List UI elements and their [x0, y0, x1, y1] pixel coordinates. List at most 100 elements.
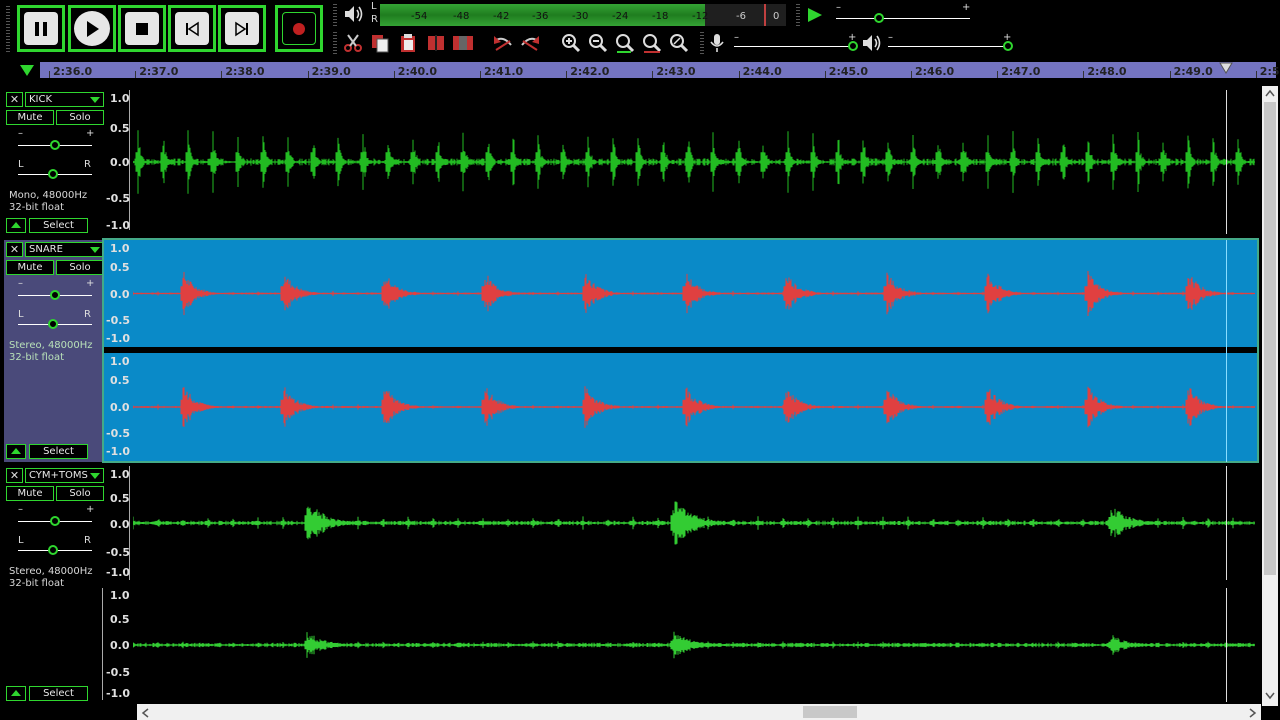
select-track-button[interactable]: Select: [29, 686, 88, 701]
skip-to-end-button[interactable]: [218, 5, 266, 52]
edit-toolbar-grip[interactable]: [333, 32, 337, 54]
mute-button[interactable]: Mute: [6, 110, 54, 125]
pan-left: L: [18, 159, 24, 170]
mute-button[interactable]: Mute: [6, 260, 54, 275]
track-control-panel-cymtoms: ✕ CYM+TOMS Mute Solo – + L R Stereo, 480…: [4, 466, 104, 702]
playback-speed-slider[interactable]: [874, 13, 884, 23]
collapse-track-button[interactable]: [6, 444, 26, 459]
cut-icon[interactable]: [342, 33, 364, 53]
microphone-icon: [710, 34, 724, 52]
zoom-in-icon[interactable]: [560, 33, 582, 53]
scroll-right-icon[interactable]: [1249, 708, 1257, 718]
silence-icon[interactable]: [452, 33, 474, 53]
gain-slider[interactable]: [50, 290, 60, 300]
scale-label: 0.5: [110, 122, 130, 135]
vertical-scroll-thumb[interactable]: [1264, 102, 1276, 575]
mute-button[interactable]: Mute: [6, 486, 54, 501]
collapse-track-button[interactable]: [6, 686, 26, 701]
close-track-button[interactable]: ✕: [6, 92, 23, 107]
waveform-kick[interactable]: [133, 90, 1255, 234]
ruler-tick-mark: [307, 71, 309, 78]
ruler-tick-label: 2:42.0: [570, 65, 610, 78]
collapse-track-button[interactable]: [6, 218, 26, 233]
play-at-speed-icon[interactable]: [806, 6, 824, 24]
scale-label: 0.5: [110, 374, 130, 387]
skip-start-icon: [186, 21, 199, 36]
horizontal-scroll-thumb[interactable]: [803, 706, 857, 718]
pause-button[interactable]: [17, 5, 65, 52]
select-track-button[interactable]: Select: [29, 218, 88, 233]
bit-depth: 32-bit float: [9, 578, 65, 589]
track-name-menu[interactable]: SNARE: [25, 242, 104, 257]
zoom-out-icon[interactable]: [587, 33, 609, 53]
zoom-toggle-icon[interactable]: [668, 33, 690, 53]
waveform-cymtoms-left[interactable]: [133, 466, 1255, 580]
playback-volume-track[interactable]: [888, 46, 1012, 47]
mixer-toolbar-grip[interactable]: [700, 32, 704, 54]
waveform-cymtoms-right[interactable]: [133, 588, 1255, 702]
play-at-speed-toolbar-grip[interactable]: [796, 4, 800, 26]
timeline-options-icon[interactable]: [18, 63, 36, 77]
solo-button[interactable]: Solo: [56, 486, 104, 501]
bit-depth: 32-bit float: [9, 352, 65, 363]
ruler-tick-label: 2:50.0: [1259, 65, 1280, 78]
transport-toolbar-grip[interactable]: [6, 6, 10, 52]
solo-button[interactable]: Solo: [56, 110, 104, 125]
scale-label: 0.0: [110, 639, 130, 652]
rec-volume-minus: –: [734, 32, 739, 43]
close-track-button[interactable]: ✕: [6, 242, 23, 257]
trim-icon[interactable]: [425, 33, 447, 53]
dropdown-arrow-icon: [90, 247, 100, 253]
bit-depth: 32-bit float: [9, 202, 65, 213]
close-track-button[interactable]: ✕: [6, 468, 23, 483]
recording-volume-slider[interactable]: [848, 41, 858, 51]
scale-label: -1.0: [106, 219, 131, 232]
pan-slider[interactable]: [48, 169, 58, 179]
playback-meter[interactable]: -54 -48 -42 -36 -30 -24 -18 -12 -6 0: [380, 4, 786, 26]
pan-slider[interactable]: [48, 319, 58, 329]
track-name-menu[interactable]: CYM+TOMS: [25, 468, 104, 483]
pause-icon: [35, 21, 47, 36]
scale-label: -1.0: [106, 332, 131, 345]
stop-button[interactable]: [118, 5, 166, 52]
play-button[interactable]: [68, 5, 116, 52]
paste-icon[interactable]: [397, 33, 419, 53]
scroll-left-icon[interactable]: [141, 708, 149, 718]
playback-speed-track[interactable]: [836, 18, 970, 19]
ruler-tick-label: 2:45.0: [828, 65, 868, 78]
meter-toolbar-grip[interactable]: [333, 4, 337, 26]
skip-to-start-button[interactable]: [168, 5, 216, 52]
horizontal-scrollbar[interactable]: [137, 704, 1261, 720]
ruler-tick-label: 2:37.0: [139, 65, 179, 78]
scroll-up-icon[interactable]: [1265, 89, 1275, 97]
fit-selection-icon[interactable]: [614, 33, 636, 53]
waveform-snare-left[interactable]: [133, 240, 1255, 347]
playhead-marker-icon[interactable]: [1218, 61, 1234, 75]
gain-minus: –: [18, 128, 23, 139]
ruler-tick-label: 2:43.0: [656, 65, 696, 78]
fit-project-icon[interactable]: [641, 33, 663, 53]
scroll-down-icon[interactable]: [1265, 692, 1275, 700]
recording-volume-track[interactable]: [734, 46, 856, 47]
track-format: Stereo, 48000Hz 32-bit float: [9, 566, 93, 590]
gain-slider[interactable]: [50, 140, 60, 150]
select-track-button[interactable]: Select: [29, 444, 88, 459]
meter-label: -42: [493, 11, 510, 22]
track-format: Mono, 48000Hz 32-bit float: [9, 190, 87, 214]
pan-slider[interactable]: [48, 545, 58, 555]
ruler-tick-mark: [824, 71, 826, 78]
solo-button[interactable]: Solo: [56, 260, 104, 275]
copy-icon[interactable]: [369, 33, 391, 53]
scale-label: -0.5: [106, 192, 131, 205]
undo-icon[interactable]: [492, 33, 514, 53]
vertical-scrollbar[interactable]: [1262, 86, 1278, 706]
ruler-tick-mark: [1083, 71, 1085, 78]
ruler-tick-label: 2:48.0: [1087, 65, 1127, 78]
track-name-menu[interactable]: KICK: [25, 92, 104, 107]
record-button[interactable]: [275, 5, 323, 52]
redo-icon[interactable]: [519, 33, 541, 53]
playback-volume-slider[interactable]: [1003, 41, 1013, 51]
waveform-snare-right[interactable]: [133, 353, 1255, 461]
gain-slider[interactable]: [50, 516, 60, 526]
speed-plus: +: [962, 2, 971, 13]
